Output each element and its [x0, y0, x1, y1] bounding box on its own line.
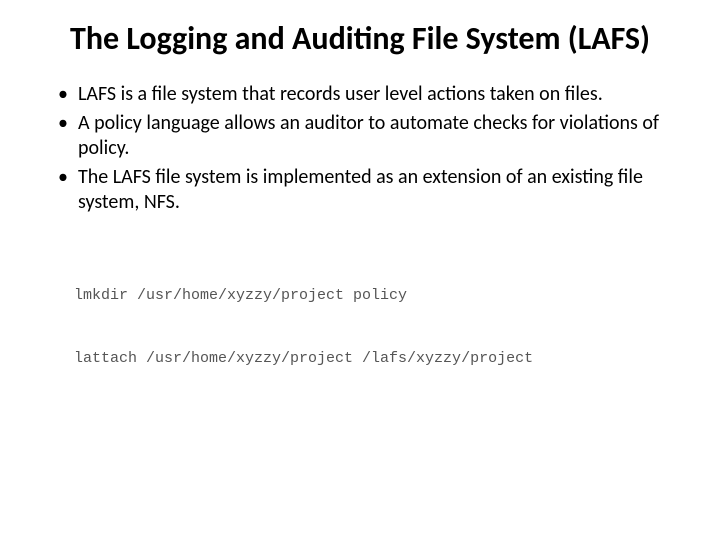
list-item: The LAFS file system is implemented as a…: [58, 165, 690, 215]
code-line: lattach /usr/home/xyzzy/project /lafs/xy…: [74, 348, 690, 369]
slide-title: The Logging and Auditing File System (LA…: [30, 20, 690, 58]
bullet-list: LAFS is a file system that records user …: [30, 82, 690, 215]
list-item: LAFS is a file system that records user …: [58, 82, 690, 107]
code-block: lmkdir /usr/home/xyzzy/project policy la…: [30, 243, 690, 390]
list-item: A policy language allows an auditor to a…: [58, 111, 690, 161]
code-line: lmkdir /usr/home/xyzzy/project policy: [74, 285, 690, 306]
